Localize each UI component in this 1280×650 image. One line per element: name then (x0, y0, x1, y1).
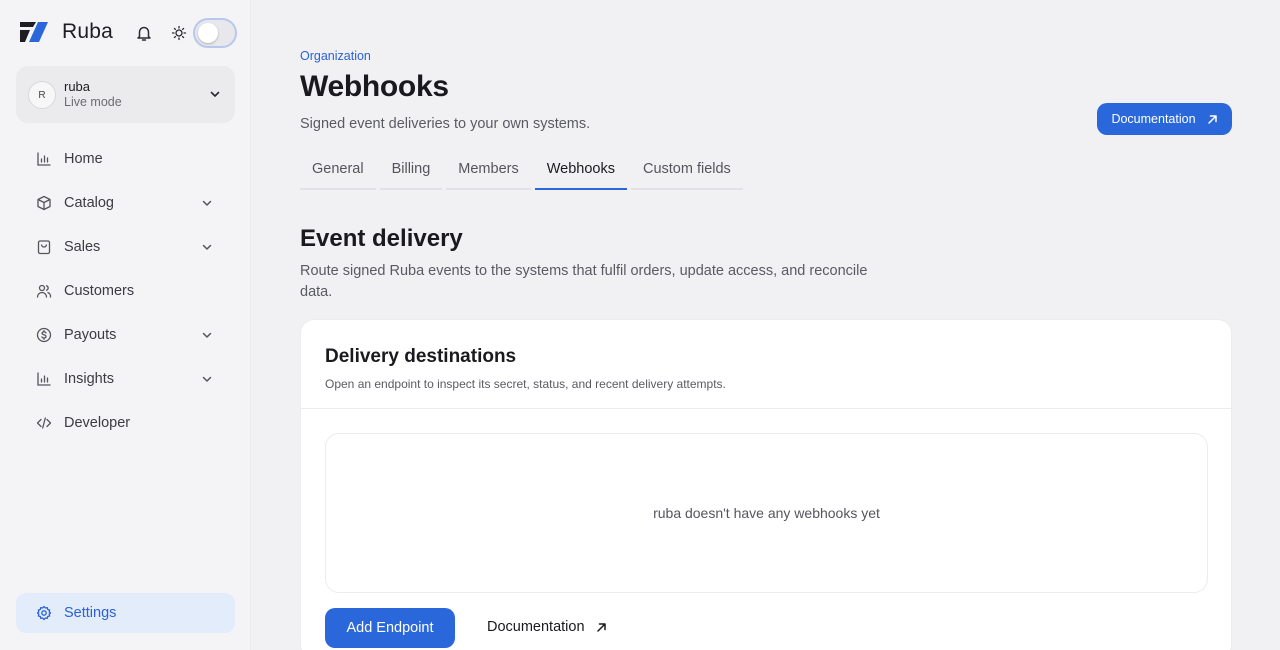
sidebar-item-label: Insights (64, 371, 114, 387)
main-content: Organization Webhooks Signed event deliv… (252, 0, 1280, 650)
sidebar-nav: Home Catalog Sales Customers Payouts Ins… (16, 137, 235, 445)
theme-toggle[interactable] (193, 18, 237, 48)
gear-icon (36, 605, 52, 621)
org-mode: Live mode (64, 95, 122, 109)
divider (301, 408, 1231, 409)
card-subtitle: Open an endpoint to inspect its secret, … (325, 377, 726, 391)
sidebar-item-label: Catalog (64, 195, 114, 211)
page-subtitle: Signed event deliveries to your own syst… (300, 116, 591, 132)
toggle-knob (198, 23, 218, 43)
chevron-down-icon (202, 332, 212, 338)
sidebar-item-customers[interactable]: Customers (16, 269, 235, 313)
bag-icon (37, 240, 51, 255)
chevron-down-icon (202, 244, 212, 250)
brand[interactable]: Ruba (20, 20, 113, 44)
sidebar-item-developer[interactable]: Developer (16, 401, 235, 445)
bell-icon[interactable] (135, 24, 153, 42)
sidebar-item-label: Customers (64, 283, 135, 299)
section-title: Event delivery (300, 225, 463, 252)
sidebar-item-label: Payouts (64, 327, 117, 343)
tab-billing[interactable]: Billing (379, 150, 443, 190)
brand-name: Ruba (62, 20, 114, 43)
sidebar-item-settings[interactable]: Settings (16, 593, 235, 633)
sidebar-item-label: Sales (64, 239, 101, 255)
card-title: Delivery destinations (325, 346, 517, 367)
sidebar-item-sales[interactable]: Sales (16, 225, 235, 269)
chevron-down-icon (210, 91, 220, 97)
sidebar-item-label: Settings (64, 605, 117, 621)
documentation-button-label: Documentation (1111, 112, 1196, 126)
sidebar-item-label: Developer (64, 415, 131, 431)
chevron-down-icon (202, 376, 212, 382)
section-subtitle: Route signed Ruba events to the systems … (300, 263, 868, 300)
documentation-link[interactable]: Documentation (487, 619, 607, 635)
org-switcher[interactable]: R ruba Live mode (16, 66, 235, 123)
arrow-up-right-icon (1207, 114, 1217, 124)
tab-custom-fields[interactable]: Custom fields (630, 150, 743, 190)
empty-state-text: ruba doesn't have any webhooks yet (653, 505, 880, 521)
documentation-button[interactable]: Documentation (1097, 103, 1232, 135)
add-endpoint-button[interactable]: Add Endpoint (325, 608, 455, 648)
sidebar: Ruba R ruba Live mode Home Catalog Sales (0, 0, 251, 650)
ruba-logo-icon (20, 22, 48, 42)
chart-icon (37, 152, 51, 166)
sidebar-item-label: Home (64, 151, 103, 167)
users-icon (36, 284, 52, 298)
breadcrumb[interactable]: Organization (300, 49, 371, 63)
tab-bar: General Billing Members Webhooks Custom … (300, 150, 747, 190)
org-name: ruba (64, 79, 91, 94)
sidebar-item-catalog[interactable]: Catalog (16, 181, 235, 225)
sidebar-item-payouts[interactable]: Payouts (16, 313, 235, 357)
page-title: Webhooks (300, 70, 449, 103)
documentation-link-label: Documentation (487, 619, 585, 635)
avatar: R (28, 81, 56, 109)
code-icon (36, 417, 52, 429)
box-icon (37, 195, 51, 211)
sun-icon (171, 25, 187, 41)
delivery-destinations-card: Delivery destinations Open an endpoint t… (300, 319, 1232, 650)
dollar-circle-icon (36, 327, 52, 343)
arrow-up-right-icon (596, 622, 606, 632)
sidebar-item-insights[interactable]: Insights (16, 357, 235, 401)
empty-state: ruba doesn't have any webhooks yet (325, 433, 1208, 593)
chevron-down-icon (202, 200, 212, 206)
tab-webhooks[interactable]: Webhooks (534, 150, 627, 190)
sidebar-item-home[interactable]: Home (16, 137, 235, 181)
tab-general[interactable]: General (300, 150, 376, 190)
chart-icon (37, 372, 51, 386)
tab-members[interactable]: Members (446, 150, 531, 190)
